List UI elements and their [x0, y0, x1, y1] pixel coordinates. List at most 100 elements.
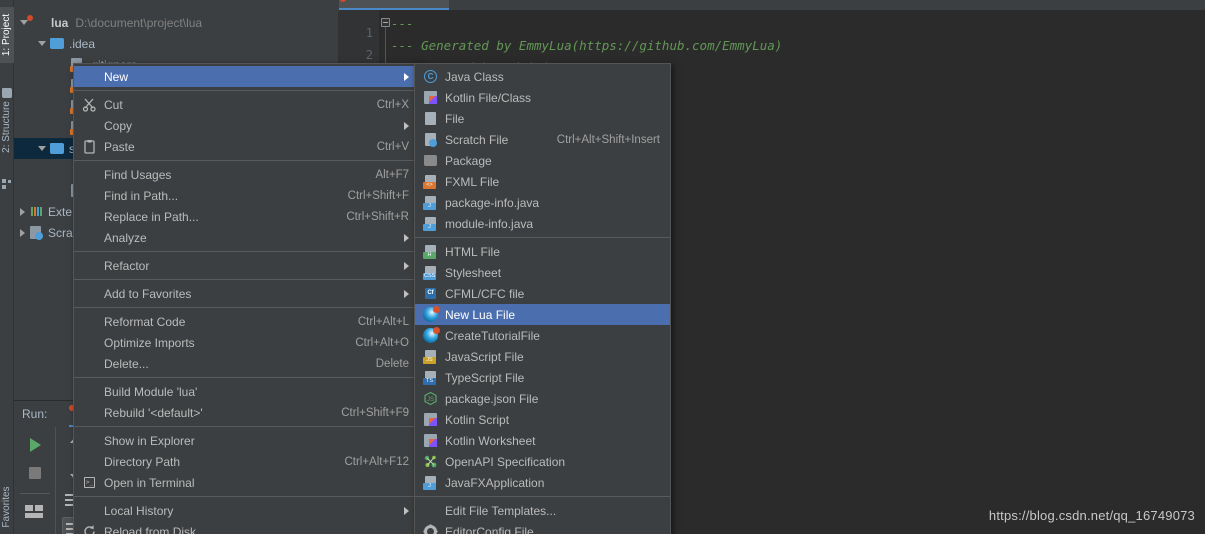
reload-icon [82, 524, 97, 534]
menu-item-label: Open in Terminal [104, 475, 195, 490]
menu-item-label: Optimize Imports [104, 335, 195, 350]
paste-icon [82, 139, 97, 154]
menu-item-label: module-info.java [445, 216, 534, 231]
menu-item-accelerator: Ctrl+Shift+F [347, 189, 409, 202]
stop-icon [29, 467, 41, 479]
code-line: --- Generated by EmmyLua(https://github.… [391, 38, 783, 53]
menu-item-accelerator: Ctrl+V [376, 140, 409, 153]
menu-item-cut[interactable]: Cut Ctrl+X [74, 94, 419, 115]
menu-item-directory-path[interactable]: Directory Path Ctrl+Alt+F12 [74, 451, 419, 472]
submenu-item-openapi-specification[interactable]: OpenAPI Specification [415, 451, 670, 472]
context-menu[interactable]: New Cut Ctrl+X Copy Paste Ctrl+V Find Us… [73, 63, 420, 534]
submenu-item-java-class[interactable]: C Java Class [415, 66, 670, 87]
menu-separator [74, 496, 419, 497]
menu-item-copy[interactable]: Copy [74, 115, 419, 136]
menu-item-label: OpenAPI Specification [445, 454, 566, 469]
submenu-item-javafx-application[interactable]: J JavaFXApplication [415, 472, 670, 493]
external-libraries-icon [29, 204, 44, 219]
menu-item-label: Local History [104, 503, 174, 518]
folder-icon [50, 141, 65, 156]
chevron-down-icon[interactable] [38, 41, 46, 46]
menu-item-label: HTML File [445, 244, 500, 259]
sidebar-tab-structure[interactable]: 2: Structure [0, 99, 14, 155]
menu-item-rebuild[interactable]: Rebuild '<default>' Ctrl+Shift+F9 [74, 402, 419, 423]
submenu-item-package[interactable]: Package [415, 150, 670, 171]
menu-item-open-in-terminal[interactable]: >_ Open in Terminal [74, 472, 419, 493]
menu-item-accelerator: Ctrl+Alt+Shift+Insert [556, 133, 660, 146]
chevron-right-icon[interactable] [20, 228, 25, 237]
menu-item-label: Refactor [104, 258, 150, 273]
menu-item-accelerator: Ctrl+Alt+O [355, 336, 409, 349]
menu-item-label: CreateTutorialFile [445, 328, 540, 343]
menu-item-delete[interactable]: Delete... Delete [74, 353, 419, 374]
menu-item-paste[interactable]: Paste Ctrl+V [74, 136, 419, 157]
new-submenu[interactable]: C Java Class Kotlin File/Class File Scra… [414, 63, 671, 534]
submenu-item-kotlin-worksheet[interactable]: Kotlin Worksheet [415, 430, 670, 451]
editor-tab-active[interactable] [339, 0, 449, 10]
menu-item-analyze[interactable]: Analyze [74, 227, 419, 248]
submenu-item-module-info-java[interactable]: J module-info.java [415, 213, 670, 234]
menu-separator [74, 160, 419, 161]
ide-window: 1: Project 2: Structure Favorites lua D:… [0, 0, 1205, 534]
menu-item-reformat-code[interactable]: Reformat Code Ctrl+Alt+L [74, 311, 419, 332]
tree-node-idea[interactable]: .idea [14, 33, 339, 54]
menu-item-optimize-imports[interactable]: Optimize Imports Ctrl+Alt+O [74, 332, 419, 353]
sidebar-tab-project[interactable]: 1: Project [0, 7, 14, 63]
menu-item-accelerator: Delete [375, 357, 409, 370]
menu-item-label: Build Module 'lua' [104, 384, 198, 399]
submenu-item-new-lua-file[interactable]: New Lua File [415, 304, 670, 325]
menu-item-find-in-path[interactable]: Find in Path... Ctrl+Shift+F [74, 185, 419, 206]
submenu-item-kotlin-script[interactable]: Kotlin Script [415, 409, 670, 430]
menu-item-find-usages[interactable]: Find Usages Alt+F7 [74, 164, 419, 185]
menu-separator [74, 377, 419, 378]
menu-item-label: JavaScript File [445, 349, 524, 364]
submenu-item-cfml-cfc-file[interactable]: Cf CFML/CFC file [415, 283, 670, 304]
menu-item-build-module[interactable]: Build Module 'lua' [74, 381, 419, 402]
menu-item-label: Java Class [445, 69, 504, 84]
submenu-item-typescript-file[interactable]: TS TypeScript File [415, 367, 670, 388]
java-file-icon: J [423, 475, 438, 490]
submenu-item-fxml-file[interactable]: <> FXML File [415, 171, 670, 192]
menu-item-show-in-explorer[interactable]: Show in Explorer [74, 430, 419, 451]
menu-item-reload-from-disk[interactable]: Reload from Disk [74, 521, 419, 534]
menu-item-refactor[interactable]: Refactor [74, 255, 419, 276]
menu-item-accelerator: Ctrl+Alt+L [357, 315, 409, 328]
javascript-file-icon: JS [423, 349, 438, 364]
submenu-item-scratch-file[interactable]: Scratch File Ctrl+Alt+Shift+Insert [415, 129, 670, 150]
lua-file-icon [423, 327, 440, 343]
cfml-file-icon: Cf [423, 286, 438, 301]
chevron-down-icon[interactable] [20, 20, 28, 25]
menu-item-add-to-favorites[interactable]: Add to Favorites [74, 283, 419, 304]
chevron-right-icon[interactable] [20, 207, 25, 216]
layout-button[interactable] [22, 501, 48, 525]
submenu-item-create-tutorial-file[interactable]: CreateTutorialFile [415, 325, 670, 346]
submenu-item-html-file[interactable]: H HTML File [415, 241, 670, 262]
menu-item-label: File [445, 111, 465, 126]
submenu-item-javascript-file[interactable]: JS JavaScript File [415, 346, 670, 367]
submenu-item-kotlin-file-class[interactable]: Kotlin File/Class [415, 87, 670, 108]
menu-item-local-history[interactable]: Local History [74, 500, 419, 521]
menu-item-label: New [104, 69, 129, 84]
menu-item-label: Find in Path... [104, 188, 179, 203]
stop-button[interactable] [22, 461, 48, 485]
submenu-item-package-info-java[interactable]: J package-info.java [415, 192, 670, 213]
submenu-item-file[interactable]: File [415, 108, 670, 129]
submenu-item-stylesheet[interactable]: CSS Stylesheet [415, 262, 670, 283]
submenu-item-editorconfig-file[interactable]: EditorConfig File [415, 521, 670, 534]
code-fold-toggle[interactable] [381, 18, 390, 27]
file-icon [423, 111, 438, 126]
rerun-button[interactable] [22, 433, 48, 457]
menu-item-accelerator: Ctrl+Alt+F12 [344, 455, 409, 468]
watermark: https://blog.csdn.net/qq_16749073 [988, 508, 1195, 523]
sidebar-tab-favorites[interactable]: Favorites [0, 479, 14, 534]
tree-node-lua[interactable]: lua D:\document\project\lua [14, 12, 339, 33]
chevron-down-icon[interactable] [38, 146, 46, 151]
menu-item-new[interactable]: New [74, 66, 419, 87]
menu-item-replace-in-path[interactable]: Replace in Path... Ctrl+Shift+R [74, 206, 419, 227]
submenu-item-edit-file-templates[interactable]: Edit File Templates... [415, 500, 670, 521]
submenu-item-package-json-file[interactable]: JS package.json File [415, 388, 670, 409]
menu-item-label: Reformat Code [104, 314, 186, 329]
menu-item-label: New Lua File [445, 307, 516, 322]
menu-item-label: Paste [104, 139, 135, 154]
menu-item-accelerator: Ctrl+Shift+F9 [341, 406, 409, 419]
